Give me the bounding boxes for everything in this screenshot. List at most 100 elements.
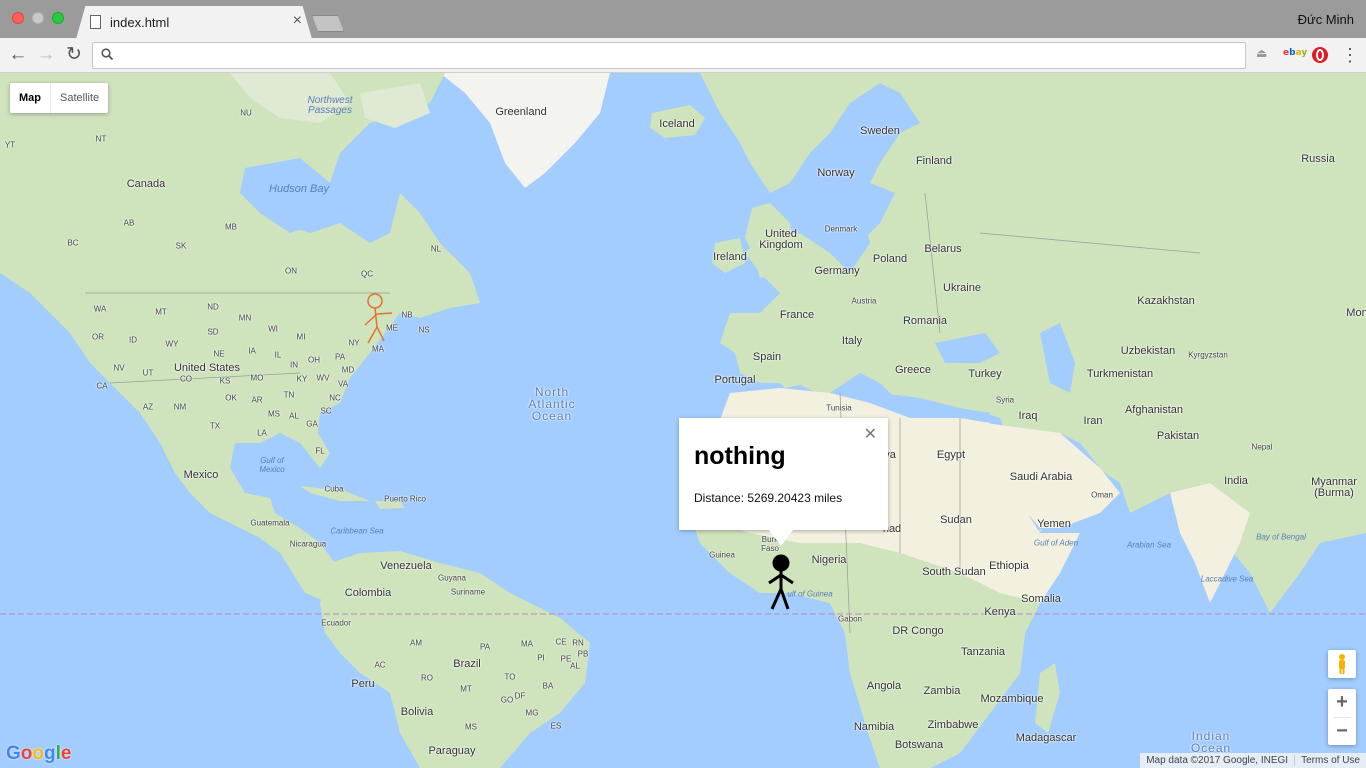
- zoom-out-button[interactable]: −: [1328, 718, 1356, 746]
- opera-extension-icon[interactable]: [1312, 47, 1328, 63]
- extension-icon[interactable]: ⏏: [1256, 46, 1272, 64]
- map-label-oh: OH: [308, 355, 320, 365]
- user-stick-figure-marker[interactable]: [360, 291, 396, 346]
- map-label-pi: PI: [537, 653, 545, 663]
- map-label-nv: NV: [113, 363, 125, 373]
- google-logo[interactable]: Google: [6, 743, 71, 765]
- map-type-satellite-button[interactable]: Satellite: [51, 83, 108, 113]
- map-label-russia: Russia: [1301, 153, 1335, 165]
- browser-tab[interactable]: index.html ×: [76, 6, 312, 39]
- map-label-nd: ND: [207, 302, 219, 312]
- map-label-zambia: Zambia: [923, 685, 961, 697]
- map-label-italy: Italy: [841, 335, 863, 347]
- map-label-myanmar: Myanmar (Burma): [1311, 476, 1357, 499]
- back-button[interactable]: ←: [7, 45, 29, 67]
- map-label-la: LA: [257, 428, 267, 438]
- map-label-iran: Iran: [1083, 415, 1103, 427]
- map-label-pa: PA: [334, 352, 346, 362]
- map-attribution: Map data ©2017 Google, INEGI Terms of Us…: [1140, 753, 1366, 768]
- map-label-mn: MN: [238, 313, 252, 323]
- map-label-wa: WA: [93, 304, 107, 314]
- map-label-kazakhstan: Kazakhstan: [1137, 295, 1195, 307]
- map-label-south-sudan: South Sudan: [922, 566, 986, 578]
- map-label-arabian-sea: Arabian Sea: [1126, 540, 1172, 550]
- map-label-united-kingdom: United Kingdom: [759, 228, 803, 251]
- map-label-somalia: Somalia: [1021, 593, 1061, 605]
- reload-button[interactable]: ↻: [63, 45, 85, 67]
- map-label-ma: MA: [372, 344, 384, 354]
- map-label-turkmenistan: Turkmenistan: [1086, 368, 1154, 380]
- street-view-pegman-button[interactable]: [1328, 650, 1356, 678]
- map-label-va: VA: [337, 379, 349, 389]
- profile-name[interactable]: Đức Minh: [1298, 12, 1354, 27]
- map-label-angola: Angola: [866, 680, 902, 692]
- map-label-id: ID: [129, 335, 137, 345]
- map-label-pa-br: PA: [479, 642, 491, 652]
- map-label-yt: YT: [4, 140, 16, 150]
- ebay-extension-icon[interactable]: ebay: [1283, 48, 1307, 58]
- map-label-oman: Oman: [1091, 490, 1113, 500]
- terms-of-use-link[interactable]: Terms of Use: [1294, 755, 1366, 766]
- map-label-mb: MB: [225, 222, 237, 232]
- map-label-ga: GA: [306, 419, 318, 429]
- map-label-sk: SK: [175, 241, 187, 251]
- map-label-qc: QC: [361, 269, 373, 279]
- map-label-ms-br: MS: [465, 722, 477, 732]
- map-label-cuba: Cuba: [324, 484, 344, 494]
- map-label-colombia: Colombia: [344, 587, 392, 599]
- map-label-botswana: Botswana: [894, 739, 944, 751]
- map-label-dr-congo: DR Congo: [892, 625, 944, 637]
- map-label-ecuador: Ecuador: [321, 618, 351, 628]
- map-label-guinea: Guinea: [709, 550, 735, 560]
- browser-menu-icon[interactable]: ⋮: [1341, 46, 1359, 64]
- map-label-sudan: Sudan: [940, 514, 972, 526]
- info-window-title: nothing: [694, 442, 786, 470]
- map-label-gulf-of-guinea: ulf of Guinea: [787, 589, 833, 599]
- location-marker-icon[interactable]: [766, 553, 796, 611]
- map-label-bolivia: Bolivia: [400, 706, 434, 718]
- browser-toolbar: ← → ↻ ⏏ ebay ⋮: [0, 38, 1366, 73]
- map-label-ny: NY: [348, 338, 360, 348]
- map-label-kenya: Kenya: [984, 606, 1016, 618]
- map-label-poland: Poland: [872, 253, 908, 265]
- map-label-peru: Peru: [351, 678, 375, 690]
- address-bar[interactable]: [92, 42, 1246, 69]
- zoom-in-button[interactable]: +: [1328, 689, 1356, 717]
- map-label-egypt: Egypt: [936, 449, 966, 461]
- map-label-syria: Syria: [995, 395, 1015, 405]
- map-label-il: IL: [274, 350, 282, 360]
- window-minimize-button[interactable]: [32, 12, 44, 24]
- map-label-ma-br: MA: [521, 639, 533, 649]
- map-label-ut: UT: [142, 368, 154, 378]
- map-label-tn: TN: [283, 390, 295, 400]
- map-label-az: AZ: [142, 402, 154, 412]
- map-label-wi: WI: [268, 324, 278, 334]
- map-label-north-atlantic-ocean: North Atlantic Ocean: [528, 385, 576, 423]
- new-tab-button[interactable]: [312, 15, 344, 32]
- forward-button[interactable]: →: [35, 45, 57, 67]
- map-label-fl: FL: [315, 446, 325, 456]
- map-label-co: CO: [180, 374, 192, 384]
- map-label-to: TO: [504, 672, 516, 682]
- map-label-mo: MO: [250, 373, 264, 383]
- map-label-wy: WY: [165, 339, 179, 349]
- browser-titlebar: index.html × Đức Minh: [0, 0, 1366, 39]
- map-label-or: OR: [92, 332, 104, 342]
- tab-close-icon[interactable]: ×: [293, 12, 302, 30]
- window-maximize-button[interactable]: [52, 12, 64, 24]
- map-label-laccadive-sea: Laccadive Sea: [1200, 574, 1254, 584]
- map-label-nigeria: Nigeria: [811, 554, 847, 566]
- map-label-ns: NS: [418, 325, 430, 335]
- map-label-sweden: Sweden: [860, 125, 900, 137]
- info-window-close-icon[interactable]: ✕: [864, 424, 877, 444]
- map-canvas[interactable]: Greenland Iceland Sweden Finland Norway …: [0, 73, 1366, 768]
- map-label-on: ON: [285, 266, 297, 276]
- window-close-button[interactable]: [12, 12, 24, 24]
- map-type-map-button[interactable]: Map: [10, 83, 51, 113]
- map-label-am: AM: [410, 638, 422, 648]
- map-label-ks: KS: [219, 376, 231, 386]
- map-data-attribution: Map data ©2017 Google, INEGI: [1146, 755, 1289, 766]
- tab-title: index.html: [110, 15, 170, 30]
- map-label-iceland: Iceland: [659, 118, 695, 130]
- map-label-nicaragua: Nicaragua: [289, 539, 327, 549]
